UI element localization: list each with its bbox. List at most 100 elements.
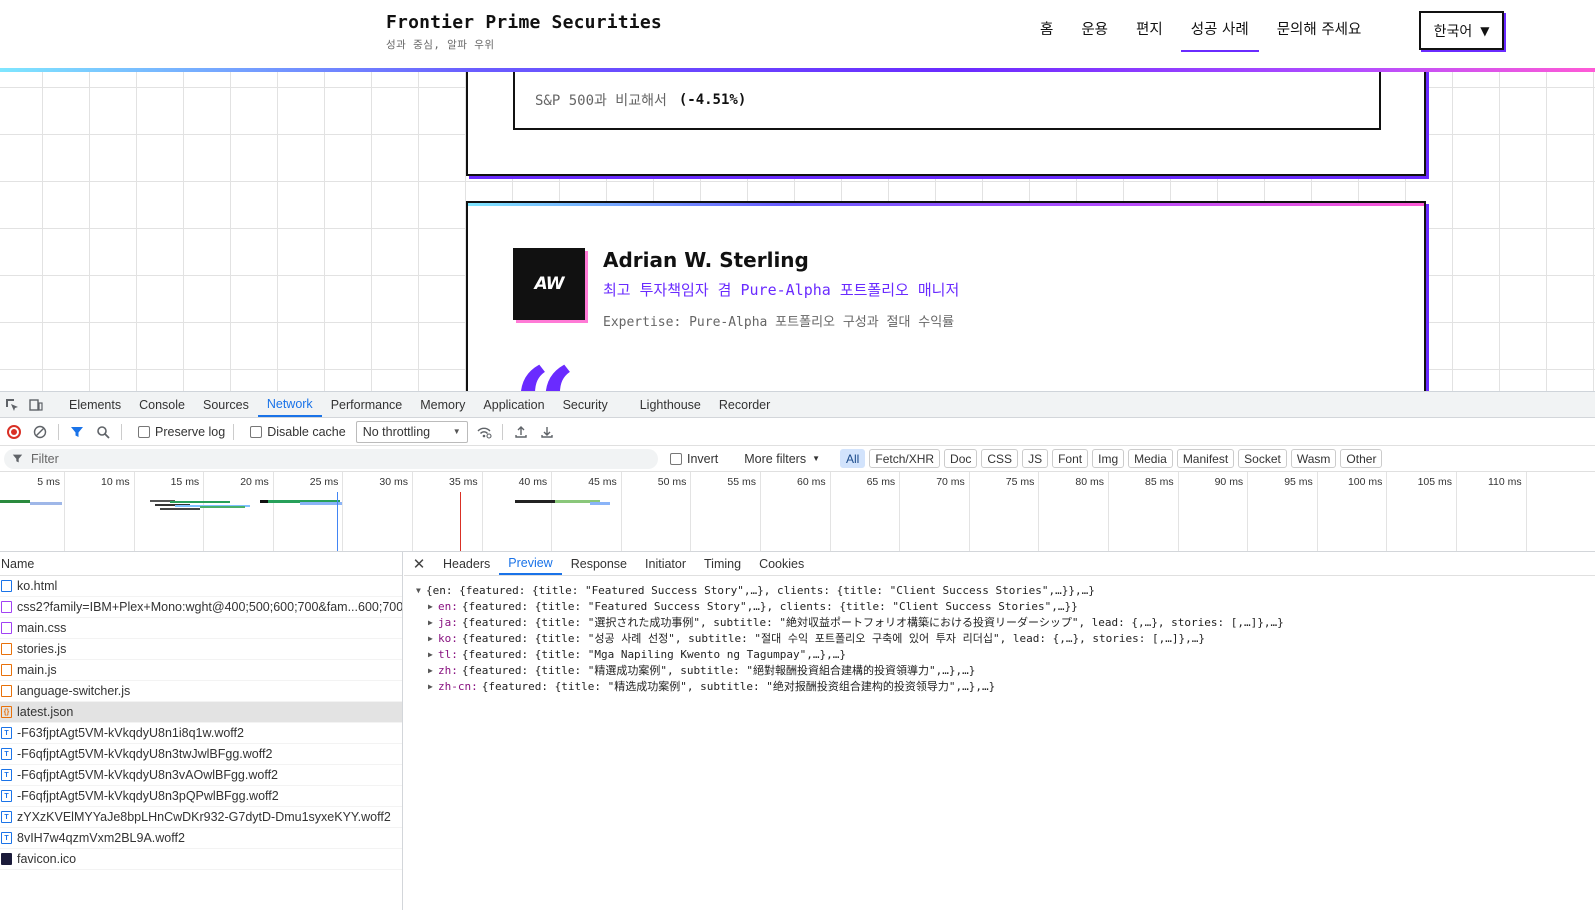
detail-tab-initiator[interactable]: Initiator bbox=[636, 552, 695, 575]
chip-css[interactable]: CSS bbox=[981, 449, 1019, 468]
preview-key: zh-cn: bbox=[438, 679, 478, 693]
name-column-header[interactable]: Name bbox=[0, 552, 402, 576]
request-detail-pane: ✕ Headers Preview Response Initiator Timing C… bbox=[404, 552, 1595, 910]
timeline-gridline bbox=[133, 472, 135, 551]
triangle-right-icon: ▶ bbox=[428, 649, 433, 659]
tab-lighthouse[interactable]: Lighthouse bbox=[631, 392, 710, 417]
chip-doc[interactable]: Doc bbox=[944, 449, 978, 468]
timeline-tick-label: 90 ms bbox=[1214, 476, 1244, 488]
filter-input[interactable]: Filter bbox=[4, 448, 658, 469]
timeline-gridline bbox=[481, 472, 483, 551]
checkbox-icon bbox=[138, 425, 150, 438]
tab-security[interactable]: Security bbox=[554, 392, 617, 417]
record-icon[interactable] bbox=[4, 422, 24, 442]
timeline-request-bar bbox=[515, 500, 555, 503]
preview-child-row[interactable]: ▶ en: {featured: {title: "Featured Success… bbox=[416, 598, 1595, 614]
quote-mark-icon: “ bbox=[513, 353, 576, 392]
close-icon[interactable]: ✕ bbox=[404, 552, 434, 575]
chip-js[interactable]: JS bbox=[1022, 449, 1049, 468]
timeline-tick-label: 80 ms bbox=[1075, 476, 1104, 488]
tab-application[interactable]: Application bbox=[474, 392, 553, 417]
preview-child-row[interactable]: ▶ tl: {featured: {title: "Mga Napiling Kwe… bbox=[416, 646, 1595, 662]
site-header: Frontier Prime Securities 성과 중심, 알파 우위 홈… bbox=[0, 0, 1595, 68]
request-row[interactable]: main.css bbox=[0, 618, 402, 639]
chip-img[interactable]: Img bbox=[1092, 449, 1125, 468]
preview-child-row[interactable]: ▶ zh-cn: {featured: {title: "精选成功案例", subt… bbox=[416, 678, 1595, 694]
throttling-select[interactable]: No throttling ▼ bbox=[355, 420, 468, 443]
timeline-gridline bbox=[1247, 472, 1249, 551]
triangle-right-icon: ▶ bbox=[428, 681, 433, 691]
chip-media[interactable]: Media bbox=[1128, 449, 1173, 468]
chip-font[interactable]: Font bbox=[1052, 449, 1089, 468]
chip-other[interactable]: Other bbox=[1340, 449, 1383, 468]
export-har-icon[interactable] bbox=[537, 422, 557, 442]
request-row[interactable]: T 8vIH7w4qzmVxm2BL9A.woff2 bbox=[0, 828, 402, 849]
nav-management[interactable]: 운용 bbox=[1081, 0, 1108, 56]
detail-tab-cookies[interactable]: Cookies bbox=[750, 552, 813, 575]
preview-child-row[interactable]: ▶ zh: {featured: {title: "精選成功案例", subtitl… bbox=[416, 662, 1595, 678]
invert-checkbox[interactable]: Invert bbox=[670, 452, 718, 466]
preserve-log-label: Preserve log bbox=[155, 424, 226, 439]
timeline-gridline bbox=[551, 472, 553, 551]
detail-tab-headers[interactable]: Headers bbox=[434, 552, 499, 575]
preserve-log-checkbox[interactable]: Preserve log bbox=[138, 425, 225, 439]
detail-tab-preview[interactable]: Preview bbox=[499, 552, 562, 575]
font-file-icon: T bbox=[1, 748, 12, 760]
tab-performance[interactable]: Performance bbox=[322, 392, 412, 417]
tab-memory[interactable]: Memory bbox=[411, 392, 474, 417]
preview-child-row[interactable]: ▶ ja: {featured: {title: "選択された成功事例", subt… bbox=[416, 614, 1595, 630]
language-switcher[interactable]: 한국어 ▼ bbox=[1419, 11, 1504, 50]
tab-elements[interactable]: Elements bbox=[60, 392, 130, 417]
timeline-request-bar bbox=[590, 502, 610, 505]
tab-network[interactable]: Network bbox=[257, 392, 322, 417]
nav-contact[interactable]: 문의해 주세요 bbox=[1277, 0, 1362, 56]
more-filters-dropdown[interactable]: More filters ▼ bbox=[744, 452, 820, 466]
tab-recorder[interactable]: Recorder bbox=[710, 392, 779, 417]
request-row[interactable]: ko.html bbox=[0, 576, 402, 597]
comparison-box: S&P 500과 비교해서 (-4.51%) bbox=[513, 62, 1381, 130]
chip-all[interactable]: All bbox=[840, 449, 866, 468]
nav-letters[interactable]: 편지 bbox=[1136, 0, 1163, 56]
brand-name: Frontier Prime Securities bbox=[386, 12, 662, 33]
detail-tab-response[interactable]: Response bbox=[562, 552, 636, 575]
tab-sources[interactable]: Sources bbox=[194, 392, 258, 417]
device-toolbar-icon[interactable] bbox=[24, 392, 48, 417]
request-row[interactable]: stories.js bbox=[0, 639, 402, 660]
request-row[interactable]: {} latest.json bbox=[0, 702, 402, 723]
chip-wasm[interactable]: Wasm bbox=[1290, 449, 1337, 468]
request-row[interactable]: main.js bbox=[0, 660, 402, 681]
preview-value: {featured: {title: "Featured Success Sto… bbox=[461, 599, 1078, 613]
search-icon[interactable] bbox=[93, 422, 113, 442]
clear-icon[interactable] bbox=[30, 422, 50, 442]
preview-value: {featured: {title: "Mga Napiling Kwento … bbox=[461, 647, 846, 661]
font-file-icon: T bbox=[1, 790, 12, 802]
request-row[interactable]: language-switcher.js bbox=[0, 681, 402, 702]
tab-console[interactable]: Console bbox=[130, 392, 194, 417]
filter-icon[interactable] bbox=[67, 422, 87, 442]
triangle-right-icon: ▶ bbox=[428, 617, 433, 627]
preview-child-row[interactable]: ▶ ko: {featured: {title: "성공 사례 선정", subti… bbox=[416, 630, 1595, 646]
request-row[interactable]: TzYXzKVElMYYaJe8bpLHnCwDKr932-G7dytD-Dmu… bbox=[0, 807, 402, 828]
preview-root-row[interactable]: ▼ {en: {featured: {title: "Featured Succ… bbox=[416, 582, 1595, 598]
request-row[interactable]: T -F63fjptAgt5VM-kVkqdyU8n1i8q1w.woff2 bbox=[0, 723, 402, 744]
chip-fetch-xhr[interactable]: Fetch/XHR bbox=[869, 449, 941, 468]
network-conditions-icon[interactable] bbox=[474, 422, 494, 442]
chip-socket[interactable]: Socket bbox=[1238, 449, 1287, 468]
detail-tab-timing[interactable]: Timing bbox=[695, 552, 750, 575]
nav-home[interactable]: 홈 bbox=[1040, 0, 1053, 56]
throttling-value: No throttling bbox=[362, 424, 431, 439]
chip-manifest[interactable]: Manifest bbox=[1176, 449, 1235, 468]
brand[interactable]: Frontier Prime Securities 성과 중심, 알파 우위 bbox=[386, 12, 662, 52]
main-nav: 홈 운용 편지 성공 사례 문의해 주세요 bbox=[1040, 0, 1389, 56]
timeline-gridline bbox=[968, 472, 970, 551]
font-file-icon: T bbox=[1, 769, 12, 781]
import-har-icon[interactable] bbox=[511, 422, 531, 442]
request-row[interactable]: css2?family=IBM+Plex+Mono:wght@400;500;6… bbox=[0, 597, 402, 618]
nav-success-stories[interactable]: 성공 사례 bbox=[1180, 0, 1259, 56]
request-row[interactable]: T -F6qfjptAgt5VM-kVkqdyU8n3pQPwlBFgg.woff… bbox=[0, 786, 402, 807]
disable-cache-checkbox[interactable]: Disable cache bbox=[250, 425, 346, 439]
request-row[interactable]: T -F6qfjptAgt5VM-kVkqdyU8n3vAOwlBFgg.woff… bbox=[0, 765, 402, 786]
inspect-element-icon[interactable] bbox=[0, 392, 24, 417]
request-row[interactable]: favicon.ico bbox=[0, 849, 402, 870]
request-row[interactable]: T -F6qfjptAgt5VM-kVkqdyU8n3twJwlBFgg.woff… bbox=[0, 744, 402, 765]
